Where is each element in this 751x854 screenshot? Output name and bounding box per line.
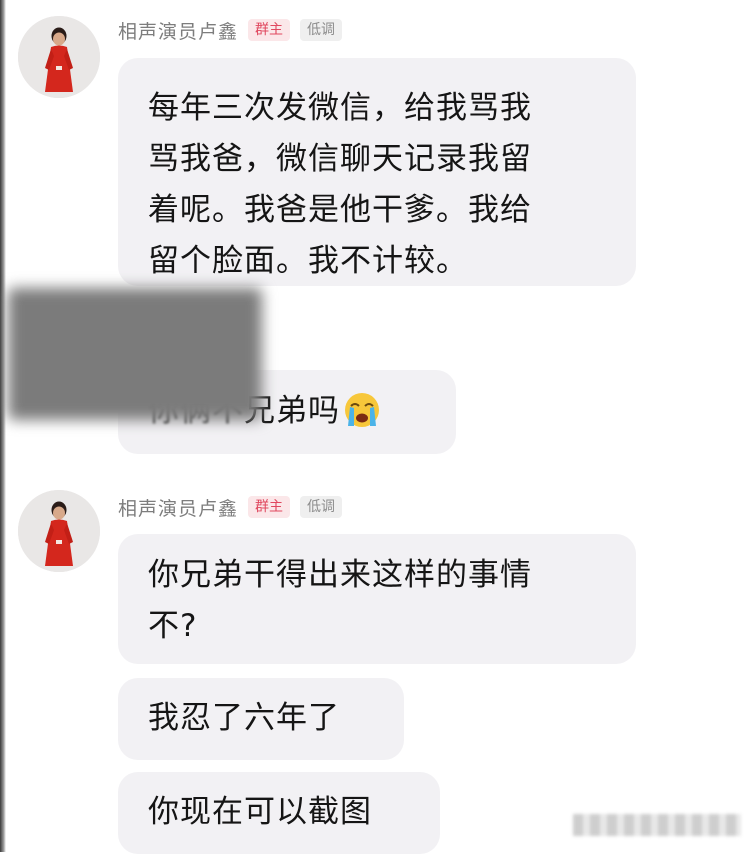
- message-text-line: 着呢。我爸是他干爹。我给: [148, 192, 532, 228]
- message-bubble[interactable]: 你兄弟干得出来这样的事情 不?: [118, 534, 636, 664]
- group-owner-badge: 群主: [248, 19, 291, 41]
- sender-name-row: 相声演员卢鑫 群主 低调: [118, 15, 343, 45]
- message-text-line: 骂我爸，微信聊天记录我留: [148, 141, 532, 177]
- message-bubble[interactable]: 我忍了六年了: [118, 678, 404, 760]
- member-level-badge: 低调: [300, 496, 343, 518]
- message-text-line: 我忍了六年了: [148, 700, 340, 736]
- message-text-line: 你现在可以截图: [148, 794, 372, 830]
- watermark: [573, 814, 741, 836]
- avatar[interactable]: [18, 490, 100, 572]
- message-text-line: 留个脸面。我不计较。: [148, 243, 468, 279]
- sender-name-row: 相声演员卢鑫 群主 低调: [118, 492, 343, 522]
- avatar-figure-icon: [18, 490, 100, 572]
- window-edge: [0, 0, 6, 852]
- message-bubble[interactable]: 每年三次发微信，给我骂我 骂我爸，微信聊天记录我留 着呢。我爸是他干爹。我给 留…: [118, 58, 636, 286]
- avatar-figure-icon: [18, 16, 100, 98]
- group-owner-badge: 群主: [248, 496, 291, 518]
- privacy-blur-overlay: [8, 288, 262, 420]
- message-text-line: 每年三次发微信，给我骂我: [148, 90, 532, 126]
- loudly-crying-face-icon: [345, 392, 379, 427]
- sender-name[interactable]: 相声演员卢鑫: [118, 17, 238, 44]
- message-bubble[interactable]: 你现在可以截图: [118, 772, 440, 854]
- avatar[interactable]: [18, 16, 100, 98]
- chat-screen: 相声演员卢鑫 群主 低调 每年三次发微信，给我骂我 骂我爸，微信聊天记录我留 着…: [0, 0, 751, 854]
- sender-name[interactable]: 相声演员卢鑫: [118, 494, 238, 521]
- message-text-line: 你兄弟干得出来这样的事情: [148, 557, 532, 593]
- member-level-badge: 低调: [300, 19, 343, 41]
- message-text-line: 不?: [148, 608, 198, 644]
